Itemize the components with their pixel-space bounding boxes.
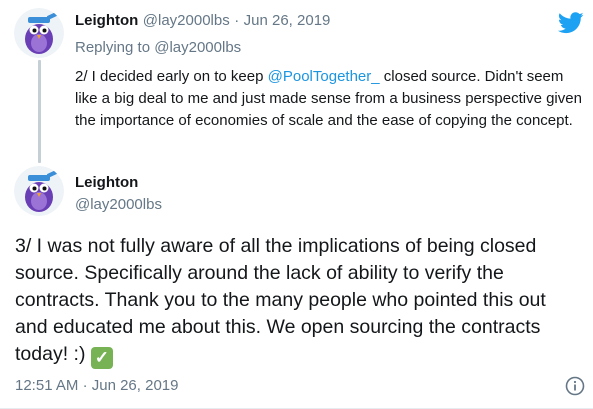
parent-tweet-text: 2/ I decided early on to keep @PoolToget… bbox=[75, 66, 585, 132]
separator-dot: · bbox=[234, 12, 240, 29]
author-handle[interactable]: @lay2000lbs bbox=[143, 12, 230, 29]
main-tweet-timestamp[interactable]: 12:51 AM · Jun 26, 2019 bbox=[15, 377, 178, 394]
main-author-name[interactable]: Leighton bbox=[75, 174, 138, 191]
info-icon[interactable] bbox=[565, 376, 585, 396]
main-tweet-body: 3/ I was not fully aware of all the impl… bbox=[15, 235, 546, 365]
twitter-bird-icon[interactable] bbox=[557, 12, 584, 34]
main-author-handle[interactable]: @lay2000lbs bbox=[75, 196, 162, 213]
purple-bird-avatar-icon bbox=[14, 8, 64, 58]
avatar[interactable] bbox=[14, 8, 64, 58]
avatar[interactable] bbox=[14, 166, 64, 216]
main-tweet-text: 3/ I was not fully aware of all the impl… bbox=[15, 233, 575, 369]
separator-dot: · bbox=[82, 377, 88, 394]
purple-bird-avatar-icon bbox=[14, 166, 64, 216]
replying-to-handle[interactable]: @lay2000lbs bbox=[154, 39, 241, 56]
parent-text-before-mention: 2/ I decided early on to keep bbox=[75, 68, 268, 85]
mention-link[interactable]: @PoolTogether_ bbox=[268, 68, 380, 85]
parent-tweet-header: Leighton @lay2000lbs · Jun 26, 2019 bbox=[75, 12, 330, 30]
tweet-time: 12:51 AM bbox=[15, 377, 79, 394]
thread-connector-line bbox=[38, 60, 41, 163]
replying-to-line: Replying to @lay2000lbs bbox=[75, 39, 241, 56]
replying-to-label: Replying to bbox=[75, 39, 151, 56]
tweet-date[interactable]: Jun 26, 2019 bbox=[244, 12, 331, 29]
check-mark-emoji-icon: ✓ bbox=[90, 347, 113, 369]
author-name[interactable]: Leighton bbox=[75, 12, 138, 29]
tweet-date: Jun 26, 2019 bbox=[91, 377, 179, 394]
